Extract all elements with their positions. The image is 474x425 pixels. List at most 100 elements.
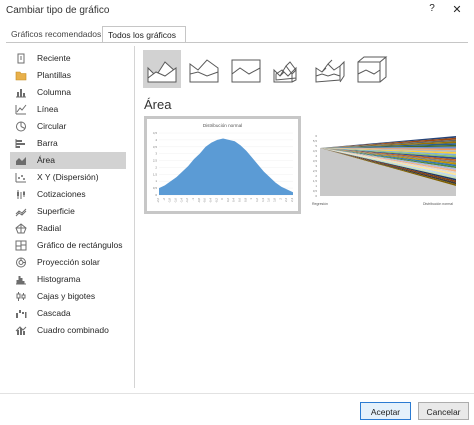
x-tick-label: 0,6	[238, 198, 242, 202]
y-tick-label: 4	[155, 138, 157, 142]
subtype-100-stacked-area[interactable]	[227, 50, 265, 88]
chart-preview-plot: 4,543,532,521,510,50-2,2 -2 -1,8 -1,6 -1,4 -1…	[153, 131, 294, 203]
x-tick-label: -0,4	[208, 198, 212, 203]
title-bar: Cambiar tipo de gráfico ? ✕	[0, 0, 474, 20]
sidebar-item-box-whisker[interactable]: Cajas y bigotes	[10, 288, 126, 305]
chart-preview-normal[interactable]: 4,5 4 3,5 3 2,5 2 1,5 1 0,5 0 -2,2 -2 -1,8 -1,6 -1,4 -1…	[144, 116, 301, 214]
y-tick-label: 0	[155, 193, 157, 197]
y-tick-label: 2	[155, 165, 157, 169]
y-tick-label: 3,5	[153, 145, 158, 149]
chart-preview-title: Distribución normal	[202, 123, 243, 128]
x-tick-label: -1,8	[168, 198, 172, 203]
x-tick-label: 1,8	[273, 198, 277, 202]
combo-chart-icon	[15, 326, 27, 335]
subtype-3d-stacked-area[interactable]	[311, 50, 349, 88]
sidebar-item-label: Radial	[37, 223, 62, 233]
subtype-3d-area[interactable]	[269, 50, 307, 88]
subtype-stacked-area[interactable]	[185, 50, 223, 88]
x-tick-label: 1	[249, 198, 253, 200]
y-tick-label: 3,5	[313, 159, 318, 163]
help-button[interactable]: ?	[426, 3, 438, 17]
pane-divider	[134, 46, 135, 388]
area-series	[159, 138, 293, 195]
sidebar-item-label: Circular	[37, 121, 67, 131]
sidebar-item-stock[interactable]: Cotizaciones	[10, 186, 126, 203]
y-tick-label: 1	[155, 179, 157, 183]
histogram-chart-icon	[16, 276, 26, 285]
recent-icon	[17, 53, 25, 64]
sidebar-item-label: Plantillas	[37, 70, 72, 80]
sidebar-item-templates[interactable]: Plantillas	[10, 67, 126, 84]
close-button[interactable]: ✕	[450, 3, 464, 17]
sidebar-item-pie[interactable]: Circular	[10, 118, 126, 135]
y-tick-label: 0,5	[153, 186, 158, 190]
x-tick-label: -1,6	[173, 198, 177, 203]
sidebar-item-area[interactable]: Área	[10, 152, 126, 169]
y-tick-label: 4	[315, 154, 317, 158]
pie-chart-icon	[16, 121, 26, 132]
3d-area-icon	[273, 61, 297, 83]
dialog-title: Cambiar tipo de gráfico	[6, 5, 110, 16]
y-tick-label: 6	[315, 134, 317, 138]
area-chart-icon	[16, 157, 26, 165]
area-icon	[147, 61, 177, 83]
x-tick-label: -2,2	[156, 198, 160, 203]
sidebar-item-waterfall[interactable]: Cascada	[10, 305, 126, 322]
sidebar-item-scatter[interactable]: X Y (Dispersión)	[10, 169, 126, 186]
cancel-button[interactable]: Cancelar	[418, 402, 469, 420]
sidebar-item-label: Área	[37, 155, 55, 165]
box-whisker-chart-icon	[16, 292, 26, 301]
x-tick-label: 1,2	[255, 198, 259, 202]
sidebar-item-label: Cotizaciones	[37, 189, 86, 199]
sidebar-item-treemap[interactable]: Gráfico de rectángulos	[10, 237, 126, 254]
sidebar-item-recent[interactable]: Reciente	[10, 50, 126, 67]
3d-100-stacked-area-icon	[357, 56, 388, 83]
sidebar-item-label: X Y (Dispersión)	[37, 172, 99, 182]
y-tick-label: 2,5	[153, 159, 158, 163]
y-tick-label: 2,5	[313, 169, 318, 173]
tab-all-charts[interactable]: Todos los gráficos	[102, 26, 186, 43]
sidebar-item-label: Cajas y bigotes	[37, 291, 96, 301]
sidebar-item-surface[interactable]: Superficie	[10, 203, 126, 220]
x-tick-label: -1	[191, 198, 195, 201]
folder-icon	[15, 71, 27, 81]
sidebar-item-label: Histograma	[37, 274, 81, 284]
treemap-chart-icon	[15, 240, 27, 251]
sidebar-item-column[interactable]: Columna	[10, 84, 126, 101]
chart-preview-regression[interactable]: 6 5,5 5 4,5 4 3,5 3 2,5 2 1,5 1 0,5 0 Regresión Dist…	[308, 116, 463, 214]
radar-chart-icon	[15, 223, 27, 234]
subtype-3d-100-stacked-area[interactable]	[353, 50, 391, 88]
sidebar-item-label: Reciente	[37, 53, 71, 63]
tab-recommended-charts[interactable]: Gráficos recomendados	[6, 26, 102, 42]
sidebar-item-bar[interactable]: Barra	[10, 135, 126, 152]
subtype-area[interactable]	[143, 50, 181, 88]
sidebar-item-sunburst[interactable]: Proyección solar	[10, 254, 126, 271]
x-tick-label: -2	[162, 198, 166, 201]
sidebar-item-label: Columna	[37, 87, 72, 97]
y-tick-label: 4,5	[313, 149, 318, 153]
sidebar-item-combo[interactable]: Cuadro combinado	[10, 322, 126, 339]
sidebar-item-label: Barra	[37, 138, 58, 148]
y-tick-label: 2	[315, 174, 317, 178]
x-label-last: Distribución normal	[423, 202, 453, 206]
sidebar-item-line[interactable]: Línea	[10, 101, 126, 118]
y-tick-label: 3	[155, 152, 157, 156]
sidebar-item-label: Cuadro combinado	[37, 325, 109, 335]
y-tick-label: 4,5	[153, 131, 158, 135]
x-tick-label: -0,2	[214, 198, 218, 203]
x-tick-label: 0	[220, 198, 224, 200]
sidebar-item-histogram[interactable]: Histograma	[10, 271, 126, 288]
x-tick-label: 1,6	[267, 198, 271, 202]
y-tick-label: 5	[315, 144, 317, 148]
sidebar-item-radar[interactable]: Radial	[10, 220, 126, 237]
ok-button[interactable]: Aceptar	[360, 402, 411, 420]
x-tick-label: 0,4	[232, 198, 236, 202]
bar-chart-icon	[15, 139, 25, 148]
x-tick-label: 2	[278, 198, 282, 200]
x-tick-label: 2,2	[284, 198, 288, 202]
y-tick-label: 1,5	[313, 179, 318, 183]
x-tick-label: -0,6	[203, 198, 207, 203]
x-tick-label: 2,4	[290, 198, 294, 202]
y-tick-label: 0,5	[313, 189, 318, 193]
y-tick-label: 5,5	[313, 139, 318, 143]
